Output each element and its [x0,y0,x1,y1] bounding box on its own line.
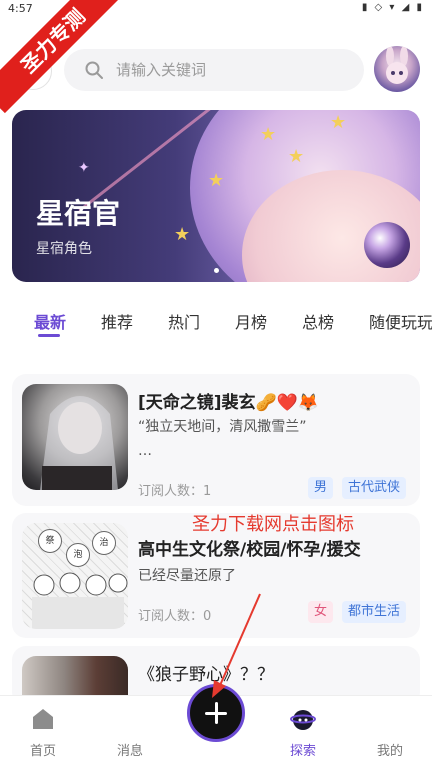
carousel-indicator [214,268,219,273]
search-bar[interactable] [64,49,364,91]
genre-tag: 都市生活 [342,601,407,623]
nav-home[interactable]: 首页 [13,696,73,769]
thumbnail-art [40,396,118,490]
tab-hot[interactable]: 热门 [168,309,200,333]
banner-art-eye [364,222,410,268]
character-name: 高中生文化祭/校园/怀孕/援交 [138,540,361,560]
character-description: “独立天地间，清风撒雪兰” [138,419,307,435]
system-status-icons: ▮ ◇ ▾ ◢ ▮ [361,2,424,13]
tab-active-indicator [38,334,60,337]
genre-tag: 古代武侠 [342,477,407,499]
plus-icon-stroke [214,702,218,724]
gender-tag: 女 [308,601,334,623]
star-icon: ★ [330,112,347,133]
character-thumbnail: 祭 泡 治 [22,523,128,629]
character-thumbnail [22,384,128,490]
annotation-arrow [212,593,261,698]
avatar-image [386,46,408,84]
tab-recommended[interactable]: 推荐 [101,309,133,333]
category-tabs: 最新 推荐 热门 月榜 总榜 随便玩玩 [0,300,432,340]
star-icon: ★ [288,146,305,167]
search-input[interactable] [116,49,346,91]
tab-monthly[interactable]: 月榜 [235,309,267,333]
status-time: 4:57 [8,2,33,15]
character-name: [天命之镜]裴玄🥜❤️🦊 [138,393,320,413]
description-ellipsis: … [138,443,152,459]
banner-title: 星宿官 [36,197,121,230]
search-icon [85,61,103,79]
gender-tag: 男 [308,477,334,499]
nav-messages-label: 消息 [116,744,143,759]
home-icon [33,709,53,729]
sparkle-icon: ✦ [78,160,90,176]
thumbnail-art [32,572,128,629]
nav-messages[interactable]: 消息 [100,696,160,769]
nav-mine[interactable]: 我的 [360,696,420,769]
nav-mine-label: 我的 [376,744,403,759]
explore-icon [290,710,316,730]
character-description: 已经尽量还原了 [138,568,236,584]
star-icon: ★ [208,170,225,191]
tab-latest[interactable]: 最新 [34,309,66,333]
featured-banner[interactable]: ★ ★ ★ ★ ★ ✦ 星宿官 星宿角色 [12,110,420,282]
annotation-note: 圣力下载网点击图标 [192,514,354,535]
star-icon: ★ [260,124,277,145]
subscriber-count: 订阅人数：1 [138,484,212,499]
banner-subtitle: 星宿角色 [36,241,92,257]
nav-explore[interactable]: 探索 [273,696,333,769]
nav-explore-label: 探索 [289,744,316,759]
tab-random[interactable]: 随便玩玩 [369,309,432,333]
user-avatar[interactable] [374,46,420,92]
character-card[interactable]: [天命之镜]裴玄🥜❤️🦊 “独立天地间，清风撒雪兰” … 订阅人数：1 男 古代… [12,374,420,506]
tab-all-time[interactable]: 总榜 [302,309,334,333]
nav-home-label: 首页 [29,744,56,759]
star-icon: ★ [174,224,191,245]
